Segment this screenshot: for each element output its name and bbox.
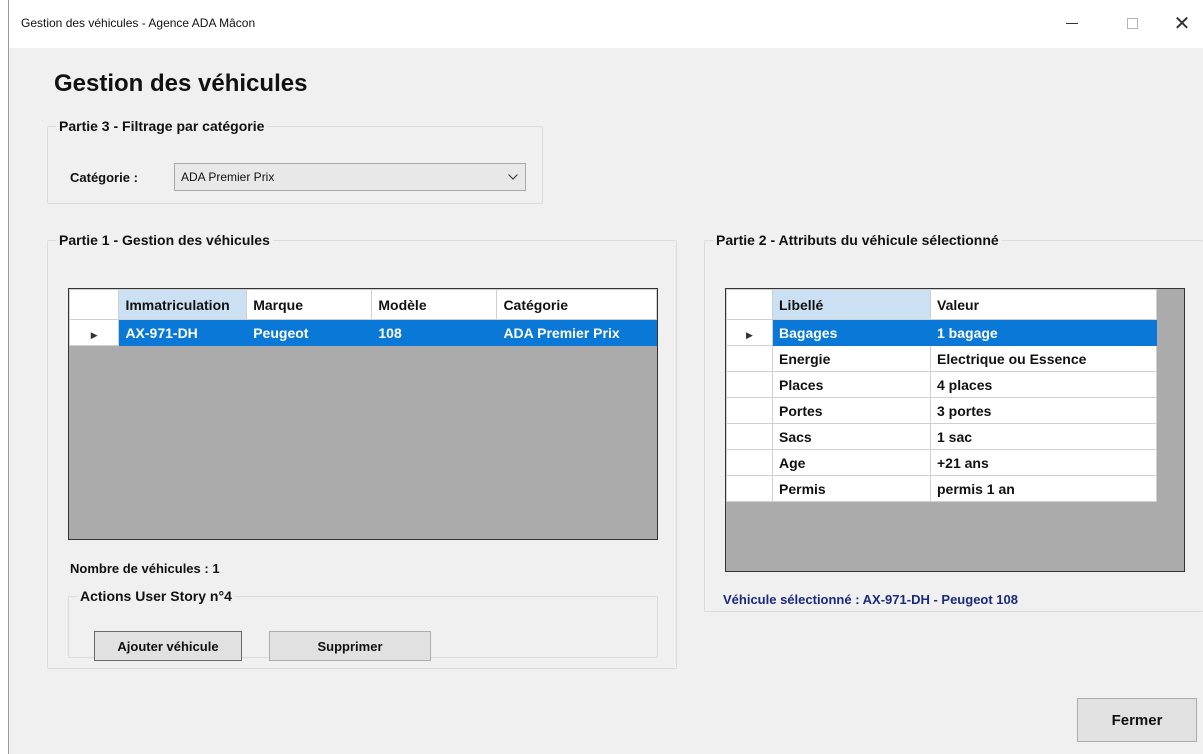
column-header-marque[interactable]: Marque (246, 289, 373, 320)
maximize-icon (1126, 17, 1138, 29)
column-header-immatriculation[interactable]: Immatriculation (118, 289, 248, 320)
cell-valeur[interactable]: permis 1 an (930, 475, 1157, 502)
row-header[interactable] (726, 345, 773, 372)
attributes-table: Libellé Valeur ▶ Bagages 1 bagage Energi… (726, 289, 1157, 502)
row-header[interactable] (726, 371, 773, 398)
category-label: Catégorie : (70, 170, 138, 185)
column-header-libelle[interactable]: Libellé (772, 289, 931, 320)
cell-libelle[interactable]: Places (772, 371, 931, 398)
cell-valeur[interactable]: 1 sac (930, 423, 1157, 450)
table-row[interactable]: Permis permis 1 an (726, 475, 1157, 502)
cell-valeur[interactable]: 3 portes (930, 397, 1157, 424)
close-button[interactable]: Fermer (1077, 698, 1197, 742)
cell-libelle[interactable]: Bagages (772, 319, 931, 346)
vehicles-grid[interactable]: Immatriculation Marque Modèle Catégorie … (68, 288, 658, 540)
vehicles-group-legend: Partie 1 - Gestion des véhicules (59, 232, 270, 248)
page-title: Gestion des véhicules (54, 70, 308, 97)
row-header[interactable] (726, 449, 773, 476)
chevron-down-icon (505, 168, 521, 186)
cell-libelle[interactable]: Age (772, 449, 931, 476)
column-header-modele[interactable]: Modèle (371, 289, 498, 320)
add-vehicle-button[interactable]: Ajouter véhicule (94, 631, 242, 661)
cell-valeur[interactable]: +21 ans (930, 449, 1157, 476)
attributes-grid[interactable]: Libellé Valeur ▶ Bagages 1 bagage Energi… (725, 288, 1185, 572)
table-row[interactable]: Sacs 1 sac (726, 423, 1157, 450)
title-bar: Gestion des véhicules - Agence ADA Mâcon… (9, 0, 1203, 48)
category-select-value: ADA Premier Prix (181, 170, 275, 184)
cell-libelle[interactable]: Portes (772, 397, 931, 424)
row-header[interactable]: ▶ (726, 319, 773, 346)
filter-group: Partie 3 - Filtrage par catégorie Catégo… (47, 118, 543, 204)
cell-immatriculation[interactable]: AX-971-DH (118, 319, 248, 346)
window-title: Gestion des véhicules - Agence ADA Mâcon (21, 16, 256, 30)
minimize-button[interactable] (1049, 8, 1095, 38)
table-row[interactable]: ▶ Bagages 1 bagage (726, 319, 1157, 346)
table-row[interactable]: ▶ AX-971-DH Peugeot 108 ADA Premier Prix (69, 319, 657, 346)
app-window: Gestion des véhicules - Agence ADA Mâcon… (8, 0, 1203, 754)
category-select[interactable]: ADA Premier Prix (174, 163, 526, 191)
delete-vehicle-button[interactable]: Supprimer (269, 631, 431, 661)
close-window-button[interactable]: ✕ (1159, 8, 1203, 38)
cell-libelle[interactable]: Permis (772, 475, 931, 502)
triangle-right-icon: ▶ (746, 329, 753, 340)
table-row[interactable]: Portes 3 portes (726, 397, 1157, 424)
vehicles-corner-cell (69, 289, 120, 320)
cell-libelle[interactable]: Energie (772, 345, 931, 372)
row-header[interactable] (726, 423, 773, 450)
column-header-valeur[interactable]: Valeur (930, 289, 1157, 320)
actions-group-legend: Actions User Story n°4 (80, 588, 232, 604)
triangle-right-icon: ▶ (90, 329, 98, 340)
attributes-group: Partie 2 - Attributs du véhicule sélecti… (704, 232, 1203, 612)
selected-vehicle-label: Véhicule sélectionné : AX-971-DH - Peuge… (723, 592, 1018, 607)
row-header[interactable] (726, 397, 773, 424)
table-row[interactable]: Age +21 ans (726, 449, 1157, 476)
row-header[interactable] (726, 475, 773, 502)
cell-valeur[interactable]: 4 places (930, 371, 1157, 398)
attributes-header-row: Libellé Valeur (726, 289, 1157, 320)
filter-group-legend: Partie 3 - Filtrage par catégorie (59, 118, 265, 134)
cell-valeur[interactable]: Electrique ou Essence (930, 345, 1157, 372)
close-icon: ✕ (1173, 12, 1191, 35)
cell-categorie[interactable]: ADA Premier Prix (496, 319, 657, 346)
table-row[interactable]: Energie Electrique ou Essence (726, 345, 1157, 372)
row-header[interactable]: ▶ (69, 319, 120, 346)
cell-valeur[interactable]: 1 bagage (930, 319, 1157, 346)
minimize-icon (1066, 22, 1078, 24)
column-header-categorie[interactable]: Catégorie (496, 289, 657, 320)
cell-modele[interactable]: 108 (371, 319, 498, 346)
maximize-button[interactable] (1109, 8, 1155, 38)
vehicles-table: Immatriculation Marque Modèle Catégorie … (69, 289, 657, 346)
vehicles-group: Partie 1 - Gestion des véhicules Immatri… (47, 232, 677, 669)
vehicles-header-row: Immatriculation Marque Modèle Catégorie (69, 289, 657, 320)
actions-group: Actions User Story n°4 Ajouter véhicule … (68, 588, 658, 661)
attributes-group-legend: Partie 2 - Attributs du véhicule sélecti… (716, 232, 999, 248)
attributes-corner-cell (726, 289, 773, 320)
cell-marque[interactable]: Peugeot (246, 319, 373, 346)
table-row[interactable]: Places 4 places (726, 371, 1157, 398)
cell-libelle[interactable]: Sacs (772, 423, 931, 450)
vehicle-count-label: Nombre de véhicules : 1 (70, 561, 220, 576)
